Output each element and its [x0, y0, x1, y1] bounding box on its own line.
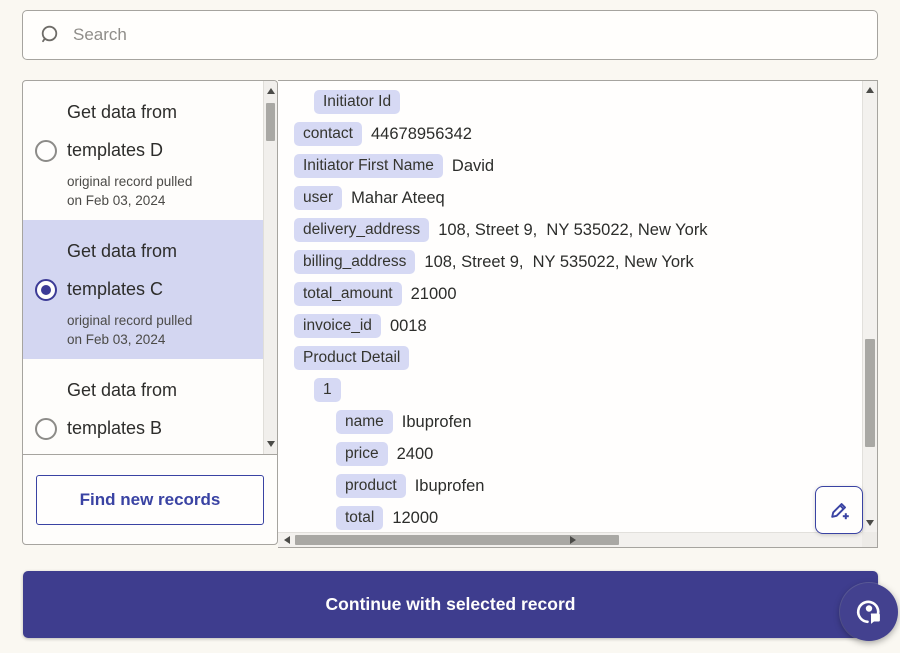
scroll-right-icon[interactable]	[570, 536, 576, 544]
radio-selected-icon[interactable]	[35, 279, 57, 301]
field-value: David	[452, 157, 494, 176]
record-option-description: original record pulledon Feb 03, 2024	[67, 172, 255, 210]
record-detail-panel: Initiator Id contact 44678956342 Initiator …	[278, 80, 878, 548]
field-value: Ibuprofen	[415, 477, 485, 496]
continue-with-selected-record-button[interactable]: Continue with selected record	[23, 571, 878, 638]
title-line: Get data from	[67, 93, 255, 131]
chat-assistant-icon	[853, 596, 885, 628]
field-value: 108, Street 9, NY 535022, New York	[438, 221, 707, 240]
desc-line: on Feb 03, 2024	[67, 191, 255, 210]
find-records-area: Find new records	[23, 455, 277, 544]
record-list-items: Get data fromtemplates Doriginal record …	[23, 81, 263, 454]
title-line: templates D	[67, 131, 255, 169]
record-list-viewport: Get data fromtemplates Doriginal record …	[23, 81, 277, 455]
record-option-description: original record pulledon Feb 03, 2024	[67, 450, 255, 454]
title-line: Get data from	[67, 232, 255, 270]
field-value: 21000	[411, 285, 457, 304]
record-option-text: Get data fromtemplates Doriginal record …	[63, 93, 255, 210]
desc-line: original record pulled	[67, 172, 255, 191]
record-option-title: Get data fromtemplates D	[67, 93, 255, 169]
field-row: invoice_id 0018	[294, 313, 862, 339]
field-value: 2400	[397, 445, 434, 464]
record-list-panel: Get data fromtemplates Doriginal record …	[22, 80, 278, 545]
field-value: Ibuprofen	[402, 413, 472, 432]
field-row: name Ibuprofen	[294, 409, 862, 435]
field-key-tag[interactable]: 1	[314, 378, 341, 402]
scrollbar-thumb[interactable]	[865, 339, 875, 447]
record-option-templates-d[interactable]: Get data fromtemplates Doriginal record …	[23, 81, 263, 220]
field-row: 1	[294, 377, 862, 403]
record-option-templates-c[interactable]: Get data fromtemplates Coriginal record …	[23, 220, 263, 359]
title-line: Get data from	[67, 371, 255, 409]
field-key-tag[interactable]: total_amount	[294, 282, 402, 306]
record-option-description: original record pulledon Feb 03, 2024	[67, 311, 255, 349]
field-row: delivery_address 108, Street 9, NY 535022…	[294, 217, 862, 243]
scroll-down-icon[interactable]	[267, 441, 275, 447]
field-key-tag[interactable]: billing_address	[294, 250, 415, 274]
search-input[interactable]: Search	[73, 25, 127, 45]
scroll-left-icon[interactable]	[284, 536, 290, 544]
field-row: Product Detail	[294, 345, 862, 371]
search-bar[interactable]: Search	[22, 10, 878, 60]
scroll-down-icon[interactable]	[866, 520, 874, 526]
record-option-title: Get data fromtemplates C	[67, 232, 255, 308]
field-row: Initiator Id	[294, 89, 862, 115]
scroll-up-icon[interactable]	[866, 87, 874, 93]
field-key-tag[interactable]: product	[336, 474, 406, 498]
field-key-tag[interactable]: price	[336, 442, 388, 466]
scrollbar-corner	[862, 532, 877, 547]
field-row: product Ibuprofen	[294, 473, 862, 499]
desc-line: original record pulled	[67, 450, 255, 454]
field-key-tag[interactable]: Initiator First Name	[294, 154, 443, 178]
field-row: contact 44678956342	[294, 121, 862, 147]
record-option-text: Get data fromtemplates Coriginal record …	[63, 232, 255, 349]
field-row: billing_address 108, Street 9, NY 535022,…	[294, 249, 862, 275]
field-row: Initiator First Name David	[294, 153, 862, 179]
detail-horizontal-scrollbar[interactable]	[278, 532, 862, 547]
scrollbar-thumb[interactable]	[266, 103, 275, 141]
radio-unselected-icon[interactable]	[35, 140, 57, 162]
field-key-tag[interactable]: total	[336, 506, 383, 530]
field-key-tag[interactable]: name	[336, 410, 393, 434]
field-value: 12000	[392, 509, 438, 528]
field-key-tag[interactable]: Initiator Id	[314, 90, 400, 114]
field-row: user Mahar Ateeq	[294, 185, 862, 211]
title-line: templates B	[67, 409, 255, 447]
record-option-templates-b[interactable]: Get data fromtemplates B original record …	[23, 359, 263, 454]
desc-line: original record pulled	[67, 311, 255, 330]
field-value: Mahar Ateeq	[351, 189, 445, 208]
find-new-records-button[interactable]: Find new records	[36, 475, 264, 525]
edit-record-button[interactable]	[815, 486, 863, 534]
field-key-tag[interactable]: user	[294, 186, 342, 210]
field-value: 44678956342	[371, 125, 472, 144]
assistant-widget-button[interactable]	[840, 583, 898, 641]
field-row: total 12000	[294, 505, 862, 531]
detail-vertical-scrollbar[interactable]	[862, 81, 877, 532]
field-key-tag[interactable]: delivery_address	[294, 218, 429, 242]
field-key-tag[interactable]: invoice_id	[294, 314, 381, 338]
record-detail-content: Initiator Id contact 44678956342 Initiator …	[278, 81, 862, 532]
record-list-scrollbar[interactable]	[263, 81, 277, 454]
search-icon	[38, 24, 60, 46]
field-key-tag[interactable]: contact	[294, 122, 362, 146]
field-value: 0018	[390, 317, 427, 336]
record-option-text: Get data fromtemplates B original record …	[63, 371, 255, 454]
field-row: price 2400	[294, 441, 862, 467]
radio-unselected-icon[interactable]	[35, 418, 57, 440]
desc-line: on Feb 03, 2024	[67, 330, 255, 349]
record-option-title: Get data fromtemplates B	[67, 371, 255, 447]
pencil-plus-icon	[825, 496, 853, 524]
field-row: total_amount 21000	[294, 281, 862, 307]
field-value: 108, Street 9, NY 535022, New York	[424, 253, 693, 272]
scroll-up-icon[interactable]	[267, 88, 275, 94]
title-line: templates C	[67, 270, 255, 308]
field-key-tag[interactable]: Product Detail	[294, 346, 409, 370]
